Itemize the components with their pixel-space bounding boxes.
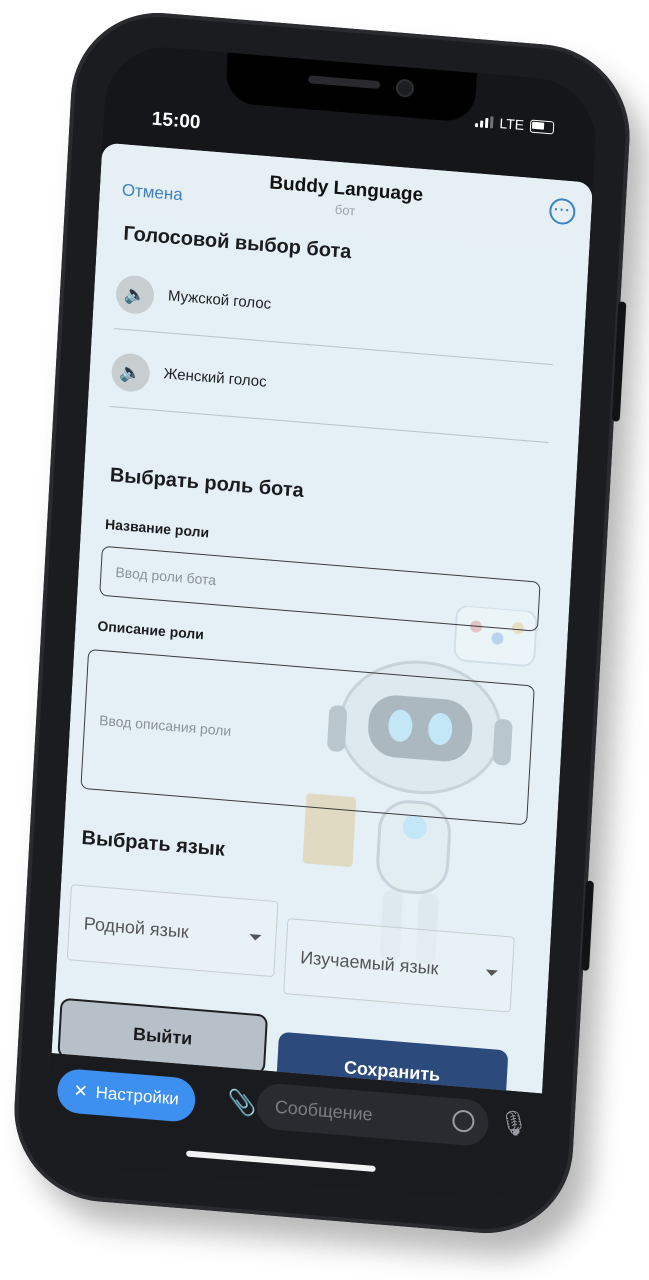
network-type: LTE — [499, 115, 525, 134]
microphone-icon[interactable]: 🎙 — [498, 1108, 530, 1139]
role-name-label: Название роли — [104, 515, 210, 541]
earpiece — [308, 75, 381, 90]
status-time: 15:00 — [151, 108, 201, 134]
native-language-value: Родной язык — [83, 912, 190, 942]
chevron-down-icon — [249, 933, 262, 941]
language-section-title: Выбрать язык — [81, 826, 226, 861]
voice-option-label: Мужской голос — [167, 287, 272, 313]
settings-label: Настройки — [95, 1082, 180, 1109]
voice-option-label: Женский голос — [163, 365, 268, 391]
close-icon: ✕ — [72, 1081, 89, 1102]
home-indicator — [186, 1150, 376, 1173]
phone-frame: 15:00 LTE Отмена Buddy Language бот ··· — [9, 5, 635, 1241]
notch — [224, 52, 477, 123]
chevron-down-icon — [485, 969, 498, 977]
role-desc-label: Описание роли — [97, 617, 205, 643]
settings-button[interactable]: ✕ Настройки — [56, 1067, 196, 1123]
speaker-icon: 🔈 — [110, 352, 151, 394]
learn-language-value: Изучаемый язык — [299, 946, 440, 979]
bot-settings-sheet: Отмена Buddy Language бот ··· Голосовой … — [51, 142, 593, 1094]
sticker-icon[interactable] — [451, 1109, 475, 1133]
stage: 15:00 LTE Отмена Buddy Language бот ··· — [0, 0, 649, 1280]
role-name-placeholder: Ввод роли бота — [115, 563, 217, 589]
role-section-title: Выбрать роль бота — [109, 464, 305, 503]
speaker-icon: 🔈 — [115, 274, 156, 316]
signal-icon — [475, 115, 494, 129]
status-indicators: LTE — [475, 113, 555, 135]
message-input[interactable]: Сообщение — [255, 1082, 490, 1148]
side-button — [581, 880, 595, 971]
battery-icon — [529, 119, 555, 135]
native-language-select[interactable]: Родной язык — [66, 884, 279, 978]
camera-icon — [395, 78, 415, 98]
role-desc-placeholder: Ввод описания роли — [98, 712, 232, 739]
side-button — [611, 301, 627, 422]
message-placeholder: Сообщение — [274, 1096, 374, 1125]
settings-content: Голосовой выбор бота 🔈 Мужской голос 🔈 Ж… — [52, 214, 589, 1094]
phone-screen: 15:00 LTE Отмена Buddy Language бот ··· — [45, 42, 599, 1204]
attach-icon[interactable]: 📎 — [226, 1088, 257, 1119]
